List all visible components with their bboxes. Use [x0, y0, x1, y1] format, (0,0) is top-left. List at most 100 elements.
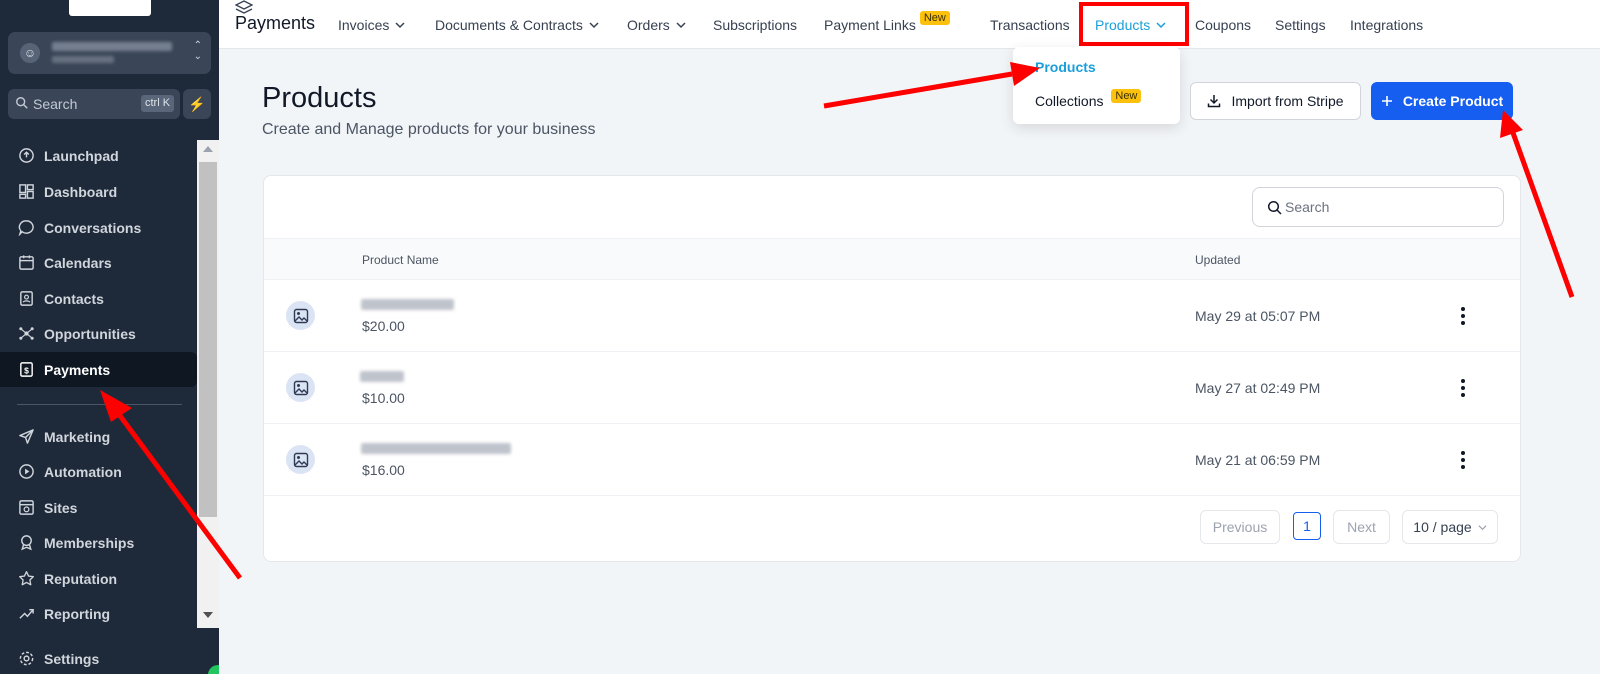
annotation-arrow-to-products-dropdown — [823, 62, 1040, 109]
sidebar-item-label: Settings — [44, 650, 100, 667]
tab-coupons[interactable]: Coupons — [1195, 17, 1251, 33]
tab-label: Documents & Contracts — [435, 17, 583, 33]
tab-label: Coupons — [1195, 17, 1252, 33]
dropdown-item-products[interactable]: Products — [1035, 59, 1096, 75]
search-input[interactable] — [1285, 196, 1485, 218]
chevron-down-icon — [676, 22, 686, 29]
pagination-next-button[interactable]: Next — [1333, 510, 1390, 544]
search-shortcut-badge: ctrl K — [141, 95, 175, 112]
chevron-down-icon — [589, 22, 599, 29]
tab-transactions[interactable]: Transactions — [990, 17, 1070, 33]
import-button-label: Import from Stripe — [1231, 93, 1344, 109]
create-button-label: Create Product — [1402, 93, 1504, 109]
annotation-highlight-box — [1079, 2, 1189, 46]
sidebar-item-reputation[interactable]: Reputation — [0, 561, 197, 596]
sidebar-item-opportunities[interactable]: Opportunities — [0, 316, 197, 351]
sidebar-item-automation[interactable]: Automation — [0, 454, 197, 489]
opportunities-icon — [17, 324, 36, 343]
product-updated-date: May 29 at 05:07 PM — [1195, 308, 1321, 324]
sidebar-search[interactable]: Search ctrl K — [8, 89, 180, 119]
column-header-updated[interactable]: Updated — [1195, 253, 1240, 267]
scrollbar-thumb[interactable] — [199, 162, 217, 517]
tab-payment-links[interactable]: Payment Links New — [824, 11, 950, 33]
sidebar-item-label: Conversations — [44, 219, 142, 236]
star-icon — [17, 569, 36, 588]
sidebar-item-reporting[interactable]: Reporting — [0, 596, 197, 631]
dashboard-icon — [17, 182, 36, 201]
sidebar-item-contacts[interactable]: Contacts — [0, 281, 197, 316]
products-dropdown-menu: Products Collections New — [1013, 47, 1180, 124]
dropdown-item-label: Collections — [1035, 93, 1104, 109]
tab-label: Orders — [627, 17, 670, 33]
column-header-product-name[interactable]: Product Name — [362, 253, 439, 267]
sidebar-item-label: Memberships — [44, 534, 135, 551]
sidebar-item-label: Marketing — [44, 428, 111, 445]
more-options-icon[interactable] — [1453, 306, 1473, 326]
tab-invoices[interactable]: Invoices — [338, 17, 405, 33]
new-badge: New — [1111, 89, 1142, 103]
sidebar-item-marketing[interactable]: Marketing — [0, 419, 197, 454]
create-product-button[interactable]: Create Product — [1371, 82, 1513, 120]
sidebar-item-sites[interactable]: Sites — [0, 490, 197, 525]
sidebar-item-label: Launchpad — [44, 147, 119, 164]
pagination-page-1[interactable]: 1 — [1293, 512, 1321, 540]
sidebar-item-memberships[interactable]: Memberships — [0, 525, 197, 560]
sidebar-item-label: Dashboard — [44, 183, 118, 200]
sidebar-item-label: Reporting — [44, 605, 111, 622]
table-row[interactable]: $16.00 May 21 at 06:59 PM — [264, 424, 1520, 496]
account-avatar-icon: ☺ — [20, 43, 40, 63]
sites-icon — [17, 498, 36, 517]
table-header: Product Name Updated — [264, 238, 1520, 280]
launchpad-icon — [17, 146, 36, 165]
product-price: $16.00 — [362, 462, 405, 478]
send-icon — [17, 427, 36, 446]
table-search[interactable] — [1252, 187, 1504, 227]
scroll-down-icon[interactable] — [203, 612, 213, 618]
sidebar-item-label: Contacts — [44, 290, 104, 307]
sidebar-item-conversations[interactable]: Conversations — [0, 210, 197, 245]
product-name-redacted — [361, 443, 511, 454]
page-size-select[interactable]: 10 / page — [1402, 510, 1498, 544]
tab-label: Transactions — [990, 17, 1070, 33]
top-navigation: Payments Invoices Documents & Contracts … — [219, 0, 1600, 49]
products-table-card: Product Name Updated $20.00 May 29 at 05… — [263, 175, 1521, 562]
tab-label: Integrations — [1350, 17, 1424, 33]
sidebar: ☺ ⌃ ⌄ Search ctrl K ⚡ Launchpad Dashboard… — [0, 0, 219, 674]
sidebar-item-payments[interactable]: $ Payments — [0, 352, 197, 387]
tab-label: Settings — [1275, 17, 1326, 33]
tab-subscriptions[interactable]: Subscriptions — [713, 17, 797, 33]
page-title: Products — [262, 82, 377, 114]
chevron-up-down-icon: ⌃ ⌄ — [193, 40, 202, 62]
sidebar-item-settings[interactable]: Settings — [0, 641, 197, 674]
account-name-redacted — [52, 42, 172, 51]
table-row[interactable]: $10.00 May 27 at 02:49 PM — [264, 352, 1520, 424]
account-switcher[interactable]: ☺ ⌃ ⌄ — [8, 32, 211, 74]
page-section-title: Payments — [235, 13, 316, 33]
tab-label: Invoices — [338, 17, 390, 33]
tab-orders[interactable]: Orders — [627, 17, 686, 33]
sidebar-item-label: Sites — [44, 499, 78, 516]
tab-settings[interactable]: Settings — [1275, 17, 1326, 33]
sidebar-scrollbar[interactable] — [197, 140, 219, 628]
tab-documents-contracts[interactable]: Documents & Contracts — [435, 17, 599, 33]
import-from-stripe-button[interactable]: Import from Stripe — [1190, 82, 1361, 120]
sidebar-item-label: Calendars — [44, 254, 112, 271]
pagination-previous-button[interactable]: Previous — [1200, 510, 1280, 544]
dropdown-item-collections[interactable]: Collections New — [1035, 89, 1142, 110]
sidebar-item-launchpad[interactable]: Launchpad — [0, 138, 197, 173]
company-logo — [69, 0, 151, 16]
sidebar-item-dashboard[interactable]: Dashboard — [0, 174, 197, 209]
image-placeholder-icon — [286, 445, 315, 474]
status-indicator-icon — [208, 665, 219, 674]
scroll-up-icon[interactable] — [203, 146, 213, 152]
more-options-icon[interactable] — [1453, 450, 1473, 470]
image-placeholder-icon — [286, 301, 315, 330]
sidebar-item-calendars[interactable]: Calendars — [0, 245, 197, 280]
payments-icon: $ — [17, 360, 36, 379]
automation-icon — [17, 462, 36, 481]
table-row[interactable]: $20.00 May 29 at 05:07 PM — [264, 280, 1520, 352]
quick-actions-bolt-icon[interactable]: ⚡ — [183, 89, 211, 119]
tab-integrations[interactable]: Integrations — [1350, 17, 1423, 33]
more-options-icon[interactable] — [1453, 378, 1473, 398]
chevron-down-icon — [395, 22, 405, 29]
